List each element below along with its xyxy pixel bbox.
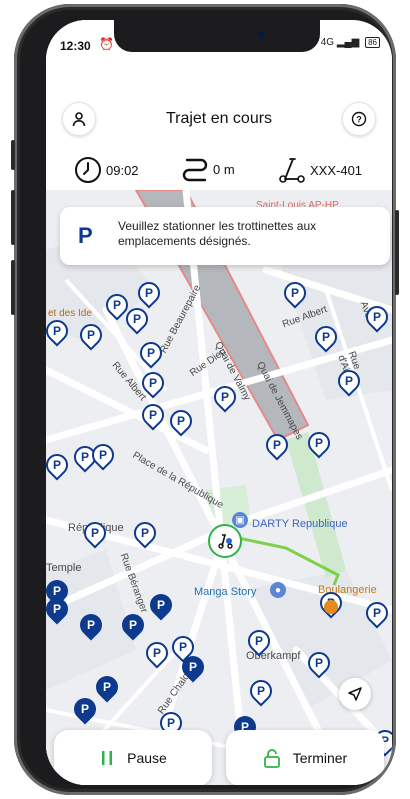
parking-pin-letter: P bbox=[128, 618, 138, 633]
trip-stats: 09:02 0 m XXX-401 bbox=[46, 156, 392, 186]
parking-pin-letter: P bbox=[140, 526, 150, 541]
finish-label: Terminer bbox=[292, 750, 348, 766]
duration-stat: 09:02 bbox=[74, 156, 139, 184]
parking-pin-letter: P bbox=[178, 640, 188, 655]
notch bbox=[114, 20, 320, 52]
parking-pin-letter: P bbox=[52, 324, 62, 339]
parking-pin-letter: P bbox=[52, 602, 62, 617]
parking-pin-letter: P bbox=[52, 458, 62, 473]
finish-trip-button[interactable]: Terminer bbox=[226, 730, 384, 785]
parking-pin-letter: P bbox=[98, 448, 108, 463]
label-ide: et des Ide bbox=[48, 308, 92, 319]
phone-volume-down-button bbox=[11, 260, 15, 315]
parking-pin-letter: P bbox=[314, 656, 324, 671]
unlock-icon bbox=[263, 749, 280, 768]
parking-pin-letter: P bbox=[256, 684, 266, 699]
distance-stat: 0 m bbox=[181, 156, 235, 182]
page-title: Trajet en cours bbox=[165, 110, 273, 127]
pause-button[interactable]: Pause bbox=[54, 730, 212, 785]
navigation-arrow-icon bbox=[348, 687, 362, 701]
route-icon bbox=[182, 158, 208, 182]
shopping-bag-icon[interactable]: ▣ bbox=[232, 512, 248, 528]
parking-pin-letter: P bbox=[148, 376, 158, 391]
parking-pin-letter: P bbox=[372, 310, 382, 325]
parking-pin-letter: P bbox=[144, 286, 154, 301]
parking-pin-letter: P bbox=[344, 374, 354, 389]
front-camera bbox=[257, 31, 265, 39]
phone-volume-up-button bbox=[11, 190, 15, 245]
app-header: Trajet en cours ? 09:02 0 m XXX-401 bbox=[46, 60, 392, 190]
parking-pin-letter: P bbox=[166, 716, 176, 731]
status-time: 12:30 bbox=[60, 39, 91, 53]
pause-icon bbox=[102, 751, 113, 765]
parking-pin-letter: P bbox=[86, 618, 96, 633]
phone-power-button bbox=[395, 210, 399, 295]
parking-pin-letter: P bbox=[220, 390, 230, 405]
parking-pin-letter: P bbox=[52, 584, 62, 599]
network-label: 4G bbox=[320, 37, 335, 48]
clock-icon bbox=[75, 157, 101, 183]
parking-pin-letter: P bbox=[176, 414, 186, 429]
shop-pin-icon[interactable]: ● bbox=[270, 582, 286, 598]
parking-pin-letter: P bbox=[148, 408, 158, 423]
help-button[interactable]: ? bbox=[342, 102, 376, 136]
parking-pin-letter: P bbox=[188, 660, 198, 675]
vehicle-id: XXX-401 bbox=[310, 162, 363, 178]
bakery-pin-icon[interactable] bbox=[324, 600, 338, 614]
distance-value: 0 m bbox=[213, 161, 235, 177]
parking-pin-letter: P bbox=[254, 634, 264, 649]
alarm-icon: ⏰ bbox=[99, 37, 114, 51]
recenter-button[interactable] bbox=[339, 678, 371, 710]
vehicle-stat: XXX-401 bbox=[276, 156, 362, 184]
help-icon: ? bbox=[351, 111, 367, 127]
parking-pin-letter: P bbox=[272, 438, 282, 453]
parking-pin-letter: P bbox=[314, 436, 324, 451]
pause-label: Pause bbox=[127, 750, 167, 766]
parking-pin-letter: P bbox=[321, 330, 331, 345]
parking-pin-letter: P bbox=[112, 298, 122, 313]
parking-icon: P bbox=[78, 223, 93, 248]
svg-text:?: ? bbox=[356, 115, 362, 125]
parking-pin-letter: P bbox=[156, 598, 166, 613]
label-darty: DARTY Republique bbox=[252, 518, 348, 530]
parking-pin-letter: P bbox=[90, 526, 100, 541]
parking-pin-letter: P bbox=[80, 702, 90, 717]
scooter-location-marker[interactable] bbox=[208, 524, 242, 558]
scooter-icon bbox=[279, 158, 305, 183]
status-indicators: ➤ 4G ▂▄▆ 86 bbox=[310, 37, 380, 48]
label-manga-story: Manga Story bbox=[194, 586, 257, 598]
signal-icon: ▂▄▆ bbox=[336, 37, 360, 48]
parking-pin-letter: P bbox=[152, 646, 162, 661]
parking-pin-letter: P bbox=[132, 312, 142, 327]
app-screen: 12:30 ⏰ ➤ 4G ▂▄▆ 86 Trajet en cours ? bbox=[46, 20, 392, 785]
parking-pin-letter: P bbox=[86, 328, 96, 343]
parking-pin-letter: P bbox=[290, 286, 300, 301]
label-temple: Temple bbox=[46, 562, 82, 574]
duration-value: 09:02 bbox=[106, 162, 139, 178]
parking-pin-letter: P bbox=[146, 346, 156, 361]
parking-pin-letter: P bbox=[80, 450, 90, 465]
parking-pin-letter: P bbox=[102, 680, 112, 695]
parking-pin-letter: P bbox=[372, 606, 382, 621]
battery-indicator: 86 bbox=[365, 37, 380, 48]
parking-info-banner: P Veuillez stationner les trottinettes a… bbox=[60, 207, 390, 265]
phone-mute-button bbox=[11, 140, 15, 170]
scooter-marker-icon bbox=[218, 534, 233, 549]
banner-message: Veuillez stationner les trottinettes aux… bbox=[118, 219, 317, 248]
